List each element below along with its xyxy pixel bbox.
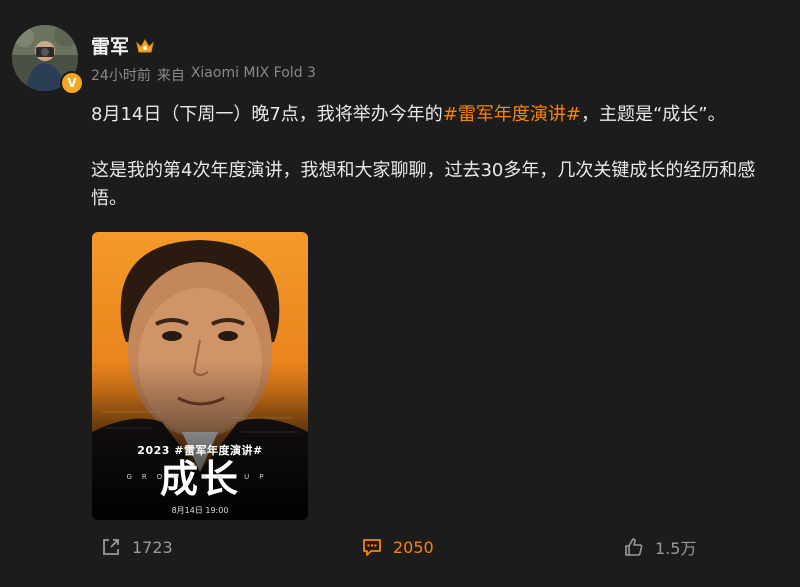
like-button[interactable]: 1.5万 (623, 530, 696, 564)
repost-button[interactable]: 1723 (100, 530, 173, 564)
comment-count: 2050 (393, 537, 434, 557)
thumbs-up-icon (625, 538, 643, 556)
post-paragraph-1: 8月14日（下周一）晚7点，我将举办今年的#雷军年度演讲#，主题是“成长”。 (91, 101, 791, 129)
hashtag-link[interactable]: #雷军年度演讲# (443, 104, 581, 125)
like-count: 1.5万 (655, 539, 697, 558)
source-prefix: 来自 (156, 68, 185, 84)
weibo-post: V 雷军 24小时前 来自 Xiaomi MIX Fold 3 8月14日（下周… (0, 0, 800, 587)
comment-button[interactable]: 2050 (361, 530, 434, 564)
avatar[interactable]: V (12, 25, 84, 95)
p1-after: ，主题是“成长”。 (580, 104, 726, 125)
poster-date: 8月14日 19:00 (171, 506, 229, 515)
action-bar: 1723 2050 1.5万 (0, 530, 800, 564)
comment-icon (363, 539, 381, 556)
poster-subtitle: GROWING UP (126, 473, 274, 481)
username[interactable]: 雷军 (91, 32, 129, 59)
post-time[interactable]: 24小时前 (91, 65, 151, 85)
p1-before: 8月14日（下周一）晚7点，我将举办今年的 (91, 104, 443, 125)
post-text: 8月14日（下周一）晚7点，我将举办今年的#雷军年度演讲#，主题是“成长”。 这… (91, 101, 791, 213)
post-image[interactable]: 2023 #雷军年度演讲# 成长 GROWING UP 8月14日 19:00 (92, 232, 308, 520)
post-paragraph-2: 这是我的第4次年度演讲，我想和大家聊聊，过去30多年，几次关键成长的经历和感悟。 (91, 160, 756, 209)
repost-count: 1723 (132, 537, 173, 557)
post-meta: 24小时前 来自 Xiaomi MIX Fold 3 (91, 65, 316, 85)
verified-badge-icon: V (60, 71, 84, 95)
poster-year-line: 2023 #雷军年度演讲# (137, 444, 263, 457)
share-icon (103, 539, 119, 555)
source-device: Xiaomi MIX Fold 3 (190, 65, 316, 81)
crown-icon (136, 38, 154, 52)
